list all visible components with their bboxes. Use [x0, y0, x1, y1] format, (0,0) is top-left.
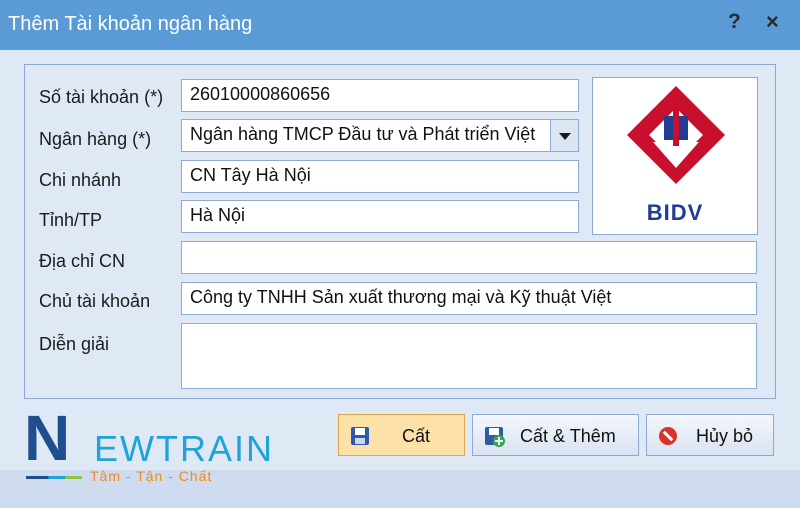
province-field[interactable]: Hà Nội	[181, 200, 579, 233]
bank-select-value: Ngân hàng TMCP Đầu tư và Phát triển Việt	[190, 124, 536, 144]
bank-logo: BIDV	[592, 77, 758, 235]
account-number-field[interactable]: 26010000860656	[181, 79, 579, 112]
account-number-label: Số tài khoản (*)	[39, 87, 164, 107]
branch-address-label: Địa chỉ CN	[39, 251, 126, 271]
save-button-label: Cất	[402, 426, 431, 446]
bank-select[interactable]: Ngân hàng TMCP Đầu tư và Phát triển Việt	[181, 119, 579, 152]
save-and-add-button[interactable]: Cất & Thêm	[472, 414, 639, 456]
save-and-add-label: Cất & Thêm	[520, 426, 616, 446]
close-icon[interactable]: ×	[766, 9, 779, 35]
floppy-disk-icon	[351, 427, 369, 445]
branch-field[interactable]: CN Tây Hà Nội	[181, 160, 579, 193]
window-title: Thêm Tài khoản ngân hàng	[8, 13, 253, 35]
save-add-icon	[485, 427, 505, 447]
chevron-down-icon[interactable]	[550, 120, 578, 151]
bank-label: Ngân hàng (*)	[39, 129, 152, 149]
branch-address-field[interactable]	[181, 241, 757, 274]
bidv-logo-icon	[627, 86, 725, 184]
account-holder-label: Chủ tài khoản	[39, 291, 151, 311]
title-bar: Thêm Tài khoản ngân hàng ? ×	[0, 0, 800, 50]
brand-letter: N	[24, 402, 71, 474]
cancel-button-label: Hủy bỏ	[696, 426, 754, 446]
account-holder-field[interactable]: Công ty TNHH Sản xuất thương mại và Kỹ t…	[181, 282, 757, 315]
province-label: Tỉnh/TP	[39, 210, 103, 230]
cancel-icon	[659, 427, 677, 445]
description-field[interactable]	[181, 323, 757, 389]
description-label: Diễn giải	[39, 334, 110, 354]
bank-logo-text: BIDV	[646, 200, 704, 225]
newtrain-watermark: N EWTRAIN Tâm - Tận - Chất	[22, 400, 292, 490]
save-button[interactable]: Cất	[338, 414, 465, 456]
cancel-button[interactable]: Hủy bỏ	[646, 414, 774, 456]
brand-word: EWTRAIN	[94, 428, 274, 469]
brand-dash	[26, 476, 82, 479]
brand-tagline: Tâm - Tận - Chất	[90, 468, 213, 484]
branch-label: Chi nhánh	[39, 170, 122, 190]
help-icon[interactable]: ?	[728, 10, 741, 34]
